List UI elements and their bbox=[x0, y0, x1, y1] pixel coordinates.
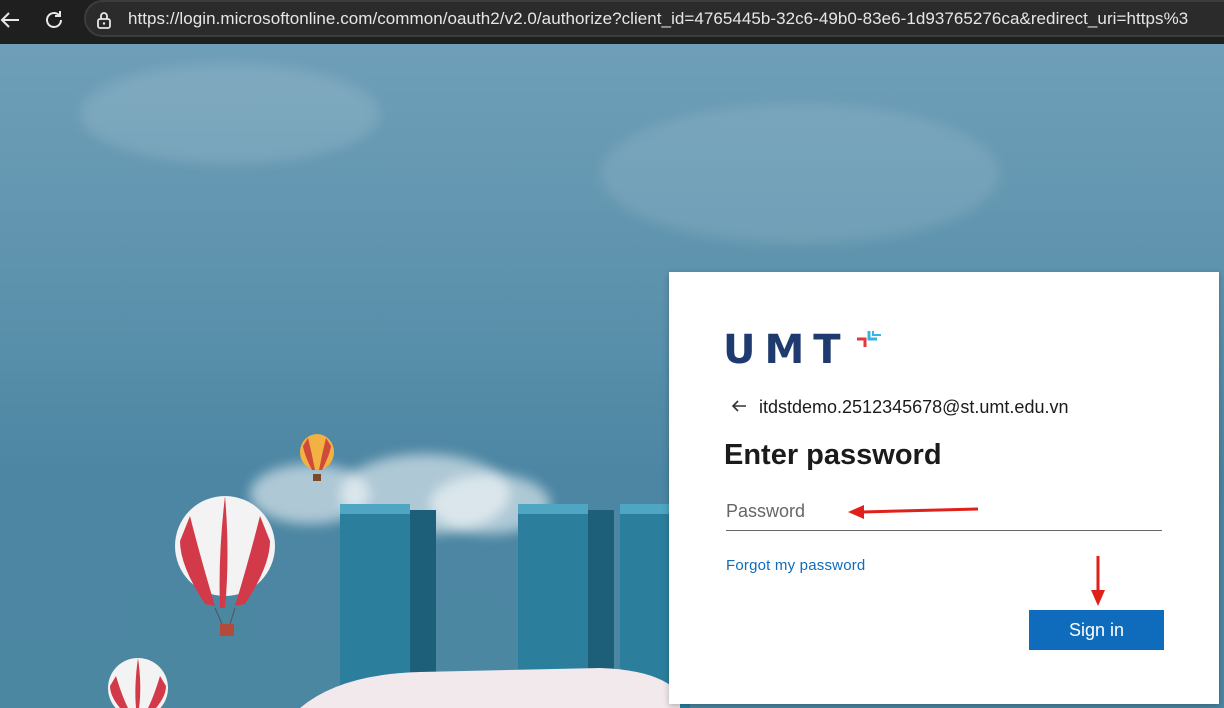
lock-icon[interactable] bbox=[94, 10, 114, 35]
url-text: https://login.microsoftonline.com/common… bbox=[128, 9, 1189, 28]
back-arrow-icon[interactable] bbox=[729, 396, 751, 418]
browser-toolbar: https://login.microsoftonline.com/common… bbox=[0, 0, 1224, 44]
account-identity: itdstdemo.2512345678@st.umt.edu.vn bbox=[729, 396, 1068, 418]
account-email: itdstdemo.2512345678@st.umt.edu.vn bbox=[759, 396, 1069, 417]
platform-shape bbox=[300, 668, 680, 708]
password-input[interactable] bbox=[726, 496, 1162, 526]
forgot-password-link[interactable]: Forgot my password bbox=[726, 557, 865, 574]
reload-icon[interactable] bbox=[42, 8, 66, 32]
sign-in-button[interactable]: Sign in bbox=[1029, 610, 1164, 650]
password-field-container bbox=[726, 496, 1162, 531]
logo-mark-icon bbox=[857, 331, 881, 347]
hot-air-balloon-icon bbox=[175, 496, 275, 636]
umt-logo: UMT bbox=[723, 327, 881, 373]
back-icon[interactable] bbox=[0, 8, 22, 32]
login-card: UMT itdstdemo.2512345678@st.umt.edu.vn E… bbox=[669, 272, 1219, 704]
logo-text: UMT bbox=[723, 327, 850, 373]
balloon-bottom-icon bbox=[108, 658, 168, 708]
address-bar[interactable]: https://login.microsoftonline.com/common… bbox=[84, 0, 1224, 37]
page-title: Enter password bbox=[724, 439, 942, 471]
small-balloon-icon bbox=[300, 434, 334, 481]
